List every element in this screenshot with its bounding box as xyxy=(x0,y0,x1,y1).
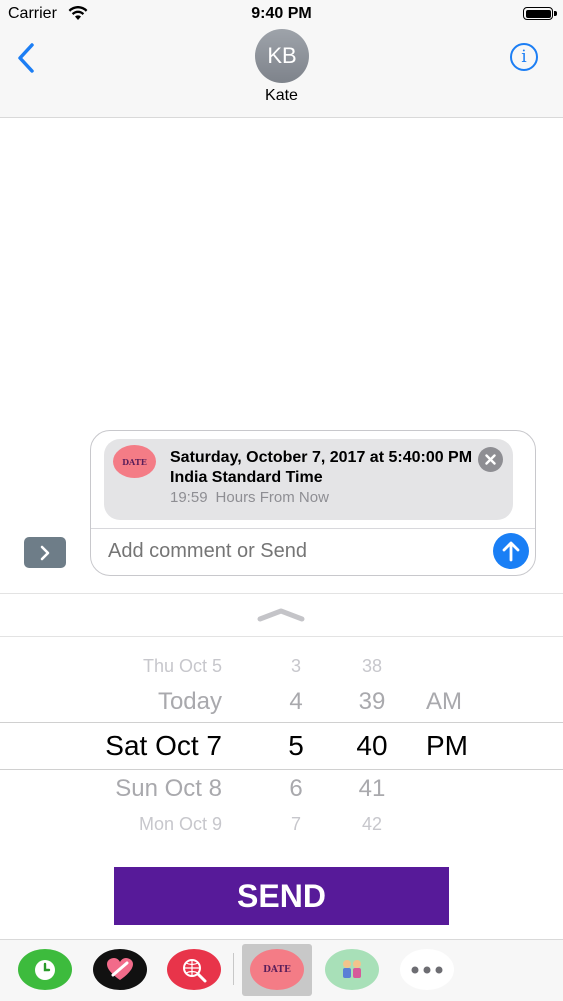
picker-selection-top xyxy=(0,722,563,723)
picker-hour-option[interactable]: 7 xyxy=(276,814,316,835)
picker-minute-selected[interactable]: 40 xyxy=(342,730,402,762)
people-app-icon[interactable] xyxy=(325,949,379,990)
picker-minute-option[interactable]: 41 xyxy=(342,775,402,803)
date-app-label: DATE xyxy=(263,964,291,975)
picker-hour-option[interactable]: 6 xyxy=(276,775,316,803)
drawer-divider xyxy=(233,953,234,985)
comment-input[interactable] xyxy=(108,540,478,563)
picker-ampm-selected[interactable]: PM xyxy=(426,730,486,762)
back-button[interactable] xyxy=(16,42,36,79)
date-app-icon[interactable]: DATE xyxy=(250,949,304,990)
picker-minute-option[interactable]: 42 xyxy=(342,814,402,835)
clock-app-icon[interactable] xyxy=(18,949,72,990)
send-arrow-button[interactable] xyxy=(493,533,529,569)
collapse-button[interactable] xyxy=(256,605,306,630)
picker-hour-option[interactable]: 3 xyxy=(276,656,316,677)
arrow-up-icon xyxy=(502,541,520,562)
more-apps-icon[interactable] xyxy=(400,949,454,990)
card-timezone: India Standard Time xyxy=(170,469,323,486)
close-icon xyxy=(485,454,496,465)
compose-divider xyxy=(91,528,535,529)
picker-minute-option[interactable]: 38 xyxy=(342,656,402,677)
status-bar: Carrier 9:40 PM xyxy=(0,0,563,28)
expand-apps-button[interactable] xyxy=(24,537,66,568)
card-title: Saturday, October 7, 2017 at 5:40:00 PM xyxy=(170,449,473,466)
love-app-icon[interactable] xyxy=(93,949,147,990)
battery-icon xyxy=(523,7,557,20)
status-time: 9:40 PM xyxy=(251,5,312,22)
chevron-left-icon xyxy=(18,43,34,73)
picker-date-option[interactable]: Mon Oct 9 xyxy=(42,814,222,835)
picker-date-option[interactable]: Thu Oct 5 xyxy=(42,656,222,677)
picker-date-option[interactable]: Sun Oct 8 xyxy=(42,775,222,803)
picker-selection-bottom xyxy=(0,769,563,770)
divider xyxy=(0,593,563,594)
card-relative: Hours From Now xyxy=(215,489,329,506)
date-badge-icon: DATE xyxy=(113,445,156,478)
picker-ampm-option[interactable]: AM xyxy=(426,688,486,716)
picker-hour-selected[interactable]: 5 xyxy=(276,730,316,762)
divider xyxy=(0,636,563,637)
info-icon: i xyxy=(521,47,527,67)
send-button[interactable]: SEND xyxy=(114,867,449,925)
info-button[interactable]: i xyxy=(510,43,538,71)
remove-card-button[interactable] xyxy=(478,447,503,472)
picker-hour-option[interactable]: 4 xyxy=(276,688,316,716)
chevron-up-icon xyxy=(257,608,305,622)
picker-minute-option[interactable]: 39 xyxy=(342,688,402,716)
picker-date-selected[interactable]: Sat Oct 7 xyxy=(42,730,222,762)
contact-avatar[interactable]: KB xyxy=(255,29,309,83)
card-offset: 19:59 xyxy=(170,489,208,506)
picker-date-option[interactable]: Today xyxy=(42,688,222,716)
card-subtitle: 19:59 Hours From Now xyxy=(170,489,337,506)
contact-name[interactable]: Kate xyxy=(0,87,563,105)
chevron-right-icon xyxy=(40,545,50,560)
globe-search-app-icon[interactable] xyxy=(167,949,221,990)
